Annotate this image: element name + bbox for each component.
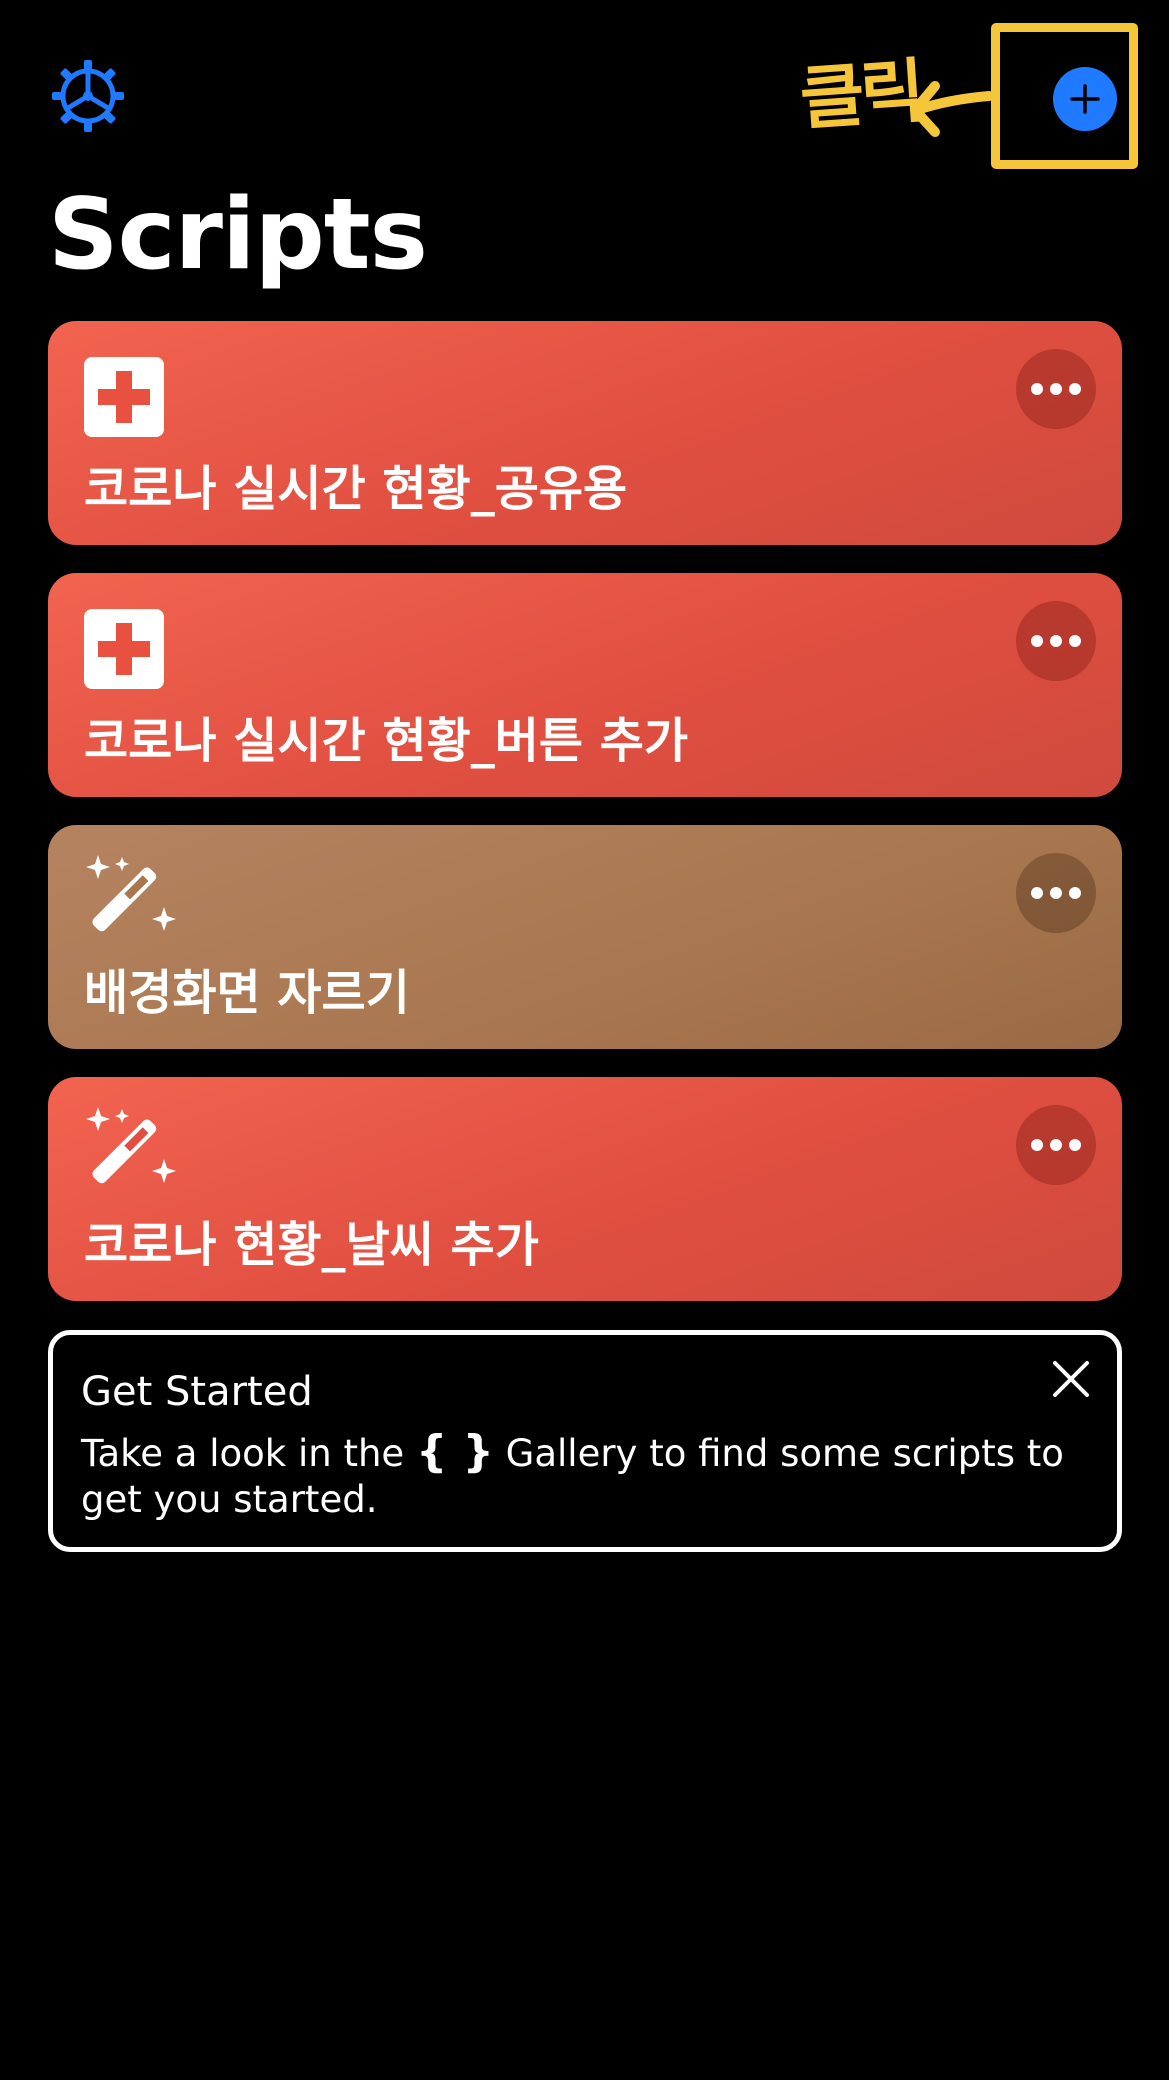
annotation-arrow-icon <box>910 81 994 137</box>
more-options-button[interactable] <box>1016 1105 1096 1185</box>
medical-cross-icon <box>84 609 164 689</box>
script-card[interactable]: 배경화면 자르기 <box>48 825 1122 1049</box>
script-title: 코로나 실시간 현황_버튼 추가 <box>84 713 689 769</box>
more-options-button[interactable] <box>1016 601 1096 681</box>
get-started-text-before: Take a look in the <box>81 1432 405 1475</box>
magic-wand-icon <box>86 855 176 932</box>
more-options-button[interactable] <box>1016 349 1096 429</box>
gallery-braces-icon: { } <box>415 1426 494 1477</box>
script-title: 배경화면 자르기 <box>84 965 410 1021</box>
more-options-button[interactable] <box>1016 853 1096 933</box>
script-title: 코로나 현황_날씨 추가 <box>84 1217 539 1273</box>
close-icon[interactable] <box>1049 1357 1093 1401</box>
magic-wand-icon <box>86 1107 176 1184</box>
script-title: 코로나 실시간 현황_공유용 <box>84 461 628 517</box>
script-card[interactable]: 코로나 현황_날씨 추가 <box>48 1077 1122 1301</box>
page-title: Scripts <box>48 178 428 292</box>
settings-gear-icon[interactable] <box>50 58 126 134</box>
get-started-panel: Get Started Take a look in the { } Galle… <box>48 1330 1122 1552</box>
plus-icon <box>1070 84 1100 114</box>
script-card[interactable]: 코로나 실시간 현황_공유용 <box>48 321 1122 545</box>
medical-cross-icon <box>84 357 164 437</box>
get-started-title: Get Started <box>81 1369 313 1415</box>
get-started-body: Take a look in the { } Gallery to find s… <box>81 1429 1081 1523</box>
add-script-button[interactable] <box>1053 67 1117 131</box>
script-card[interactable]: 코로나 실시간 현황_버튼 추가 <box>48 573 1122 797</box>
